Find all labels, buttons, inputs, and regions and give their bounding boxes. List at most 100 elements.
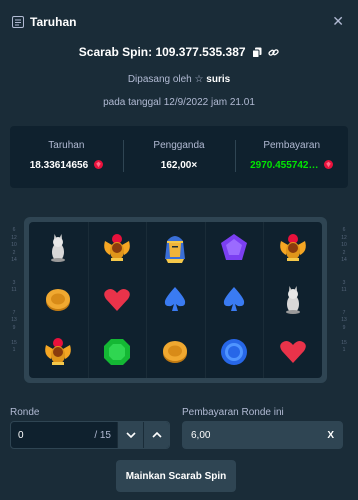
bet-id-text: Scarab Spin: 109.377.535.387: [78, 45, 246, 59]
pharaoh-icon: [165, 236, 186, 263]
payline-number: [336, 295, 352, 303]
red-heart-icon: [104, 289, 130, 311]
scarab-icon: [279, 234, 306, 261]
reel-cell: [263, 326, 322, 378]
payline-number: 14: [11, 257, 17, 263]
slot-reels: 6 12 10 2 14 3 11 7 13 9 15 1 6 12 10 2 14 3 11 7 13 9 …: [0, 213, 358, 383]
reel-divider: [263, 222, 265, 378]
round-prev-button[interactable]: [117, 422, 143, 448]
reel-cell: [205, 326, 264, 378]
payline-number: [6, 265, 22, 273]
reel-cell: [29, 274, 88, 326]
blue-spade-icon: [165, 287, 186, 311]
payline-number: [336, 272, 352, 280]
payline-number: [336, 265, 352, 273]
payline-number: 3: [12, 279, 16, 286]
placed-by: Dipasang oleh ☆ suris: [0, 74, 358, 85]
reel-grid: [29, 222, 322, 378]
payline-number: 7: [342, 309, 346, 316]
coin-icon: [46, 289, 71, 311]
round-payout-field[interactable]: 6,00 X: [182, 421, 343, 449]
stat-bet-value-wrap: 18.33614656: [10, 160, 123, 171]
round-payout-label: Pembayaran Ronde ini: [182, 407, 284, 418]
chevron-down-icon: [125, 432, 136, 438]
payline-number: [6, 302, 22, 310]
coin-icon: [163, 341, 188, 363]
payline-number: [336, 332, 352, 340]
reel-cell: [29, 222, 88, 274]
reel-cell: [146, 326, 205, 378]
round-value[interactable]: 0: [11, 430, 94, 441]
payline-number: 12: [341, 234, 347, 241]
scarab-icon: [45, 338, 72, 365]
stat-bet: Taruhan 18.33614656: [10, 126, 123, 188]
payline-number: 1: [342, 347, 346, 353]
round-stepper[interactable]: 0 / 15: [10, 421, 170, 449]
ruby-currency-icon: [93, 160, 103, 169]
payline-number: 2: [12, 249, 16, 256]
reel-cell: [88, 222, 147, 274]
payline-number: 14: [341, 257, 347, 263]
green-gem-icon: [103, 339, 130, 365]
payline-number: 7: [12, 309, 16, 316]
placed-prefix: Dipasang oleh: [127, 74, 192, 85]
round-payout-value: 6,00: [191, 429, 211, 441]
copy-icon[interactable]: [251, 47, 262, 59]
link-icon[interactable]: [268, 47, 279, 58]
stat-payout-label: Pembayaran: [263, 140, 321, 151]
reel-cell: [263, 222, 322, 274]
blue-spade-icon: [223, 287, 245, 311]
payline-number: 13: [11, 317, 17, 323]
payline-number: 12: [11, 234, 17, 241]
stat-payout-value: 2970.455742…: [250, 160, 319, 171]
purple-gem-icon: [221, 234, 248, 260]
reel-divider: [87, 222, 89, 378]
payline-number: [6, 332, 22, 340]
play-scarab-spin-button[interactable]: Mainkan Scarab Spin: [116, 460, 236, 492]
reel-cell: [263, 274, 322, 326]
payline-number: 15: [11, 339, 17, 346]
red-heart-icon: [279, 341, 306, 363]
reel-cell: [205, 274, 264, 326]
reel-cell: [146, 274, 205, 326]
payline-number: 6: [12, 227, 16, 233]
payline-number: 9: [12, 324, 16, 331]
ruby-currency-icon: [324, 160, 334, 169]
modal-title: Taruhan: [30, 15, 77, 29]
payline-number: 11: [11, 287, 17, 293]
stat-payout: Pembayaran 2970.455742…: [235, 126, 348, 188]
reel-cell: [205, 222, 264, 274]
payline-number: [336, 302, 352, 310]
stat-multiplier-label: Pengganda: [153, 140, 205, 151]
username[interactable]: suris: [206, 74, 230, 85]
chevron-up-icon: [151, 432, 162, 438]
reel-divider: [204, 222, 206, 378]
round-next-button[interactable]: [143, 422, 169, 448]
multiplier-x-icon: X: [327, 429, 334, 441]
star-icon: ☆: [194, 74, 204, 85]
blue-ring-icon: [221, 339, 248, 365]
round-total: / 15: [94, 429, 111, 441]
cat-icon: [285, 286, 300, 314]
modal-header: Taruhan ✕: [0, 0, 358, 44]
reel-divider: [146, 222, 148, 378]
payline-number: 10: [341, 242, 347, 248]
close-icon[interactable]: ✕: [332, 13, 344, 30]
payline-number: 6: [342, 227, 346, 233]
payline-number: 13: [341, 317, 347, 323]
stat-bet-label: Taruhan: [48, 140, 85, 151]
payline-number: 2: [342, 249, 346, 256]
reel-cell: [29, 326, 88, 378]
bet-slip-icon: [12, 16, 24, 28]
payline-number: 11: [341, 287, 347, 293]
stat-payout-value-wrap: 2970.455742…: [235, 160, 348, 171]
cat-icon: [51, 234, 66, 262]
bet-id-line: Scarab Spin: 109.377.535.387: [0, 45, 358, 59]
reel-cell: [88, 326, 147, 378]
reel-cell: [146, 222, 205, 274]
reel-frame: [24, 217, 327, 383]
stat-bet-value: 18.33614656: [29, 160, 89, 171]
payline-number: [6, 272, 22, 280]
round-label: Ronde: [10, 407, 40, 418]
stat-multiplier-value: 162,00×: [160, 160, 198, 171]
